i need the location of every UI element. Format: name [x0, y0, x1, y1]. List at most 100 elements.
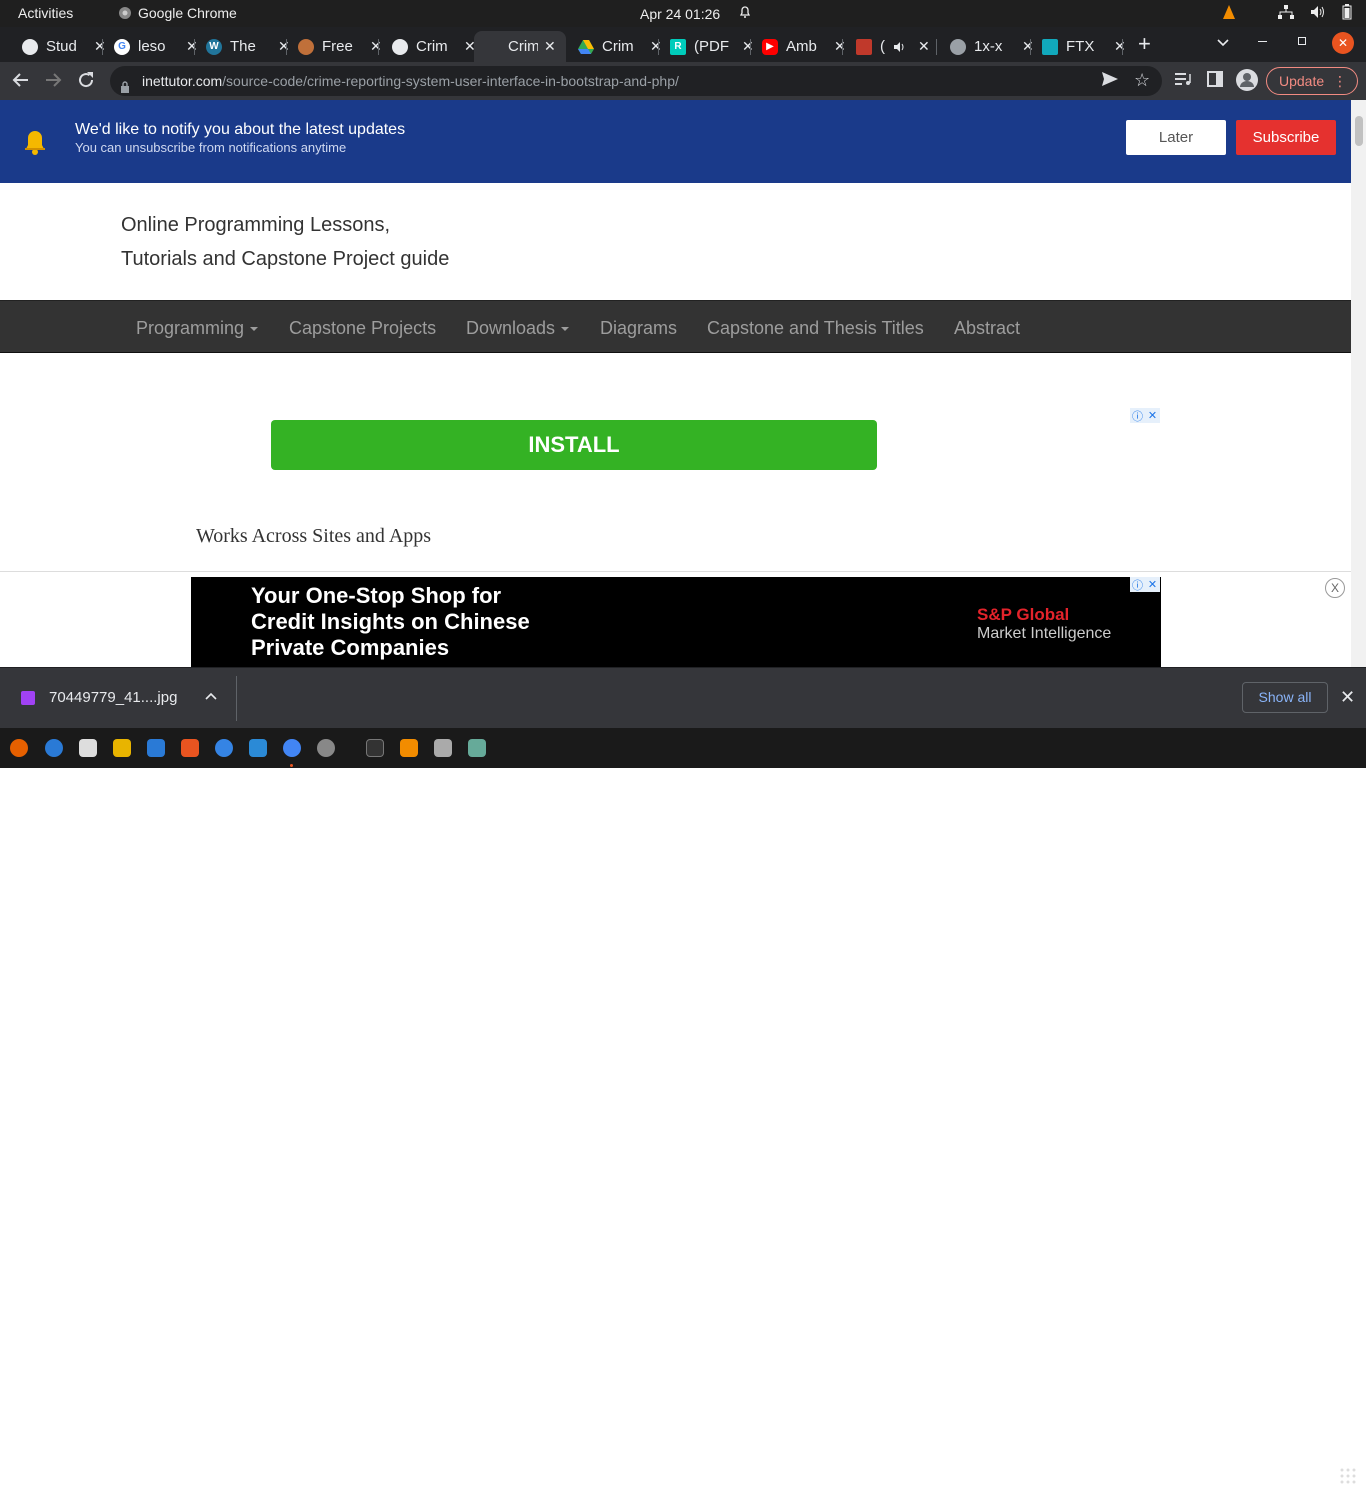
- close-icon[interactable]: ✕: [186, 38, 198, 55]
- chrome-dock-icon[interactable]: [283, 739, 301, 757]
- vlc-icon[interactable]: [400, 739, 418, 757]
- tagline-line-2: Tutorials and Capstone Project guide: [121, 248, 450, 270]
- ad-choices-badge[interactable]: ⓘ ✕: [1130, 577, 1160, 592]
- vscode-icon[interactable]: [249, 739, 267, 757]
- activities-button[interactable]: Activities: [18, 5, 73, 21]
- bookmark-star-icon[interactable]: ☆: [1134, 71, 1150, 89]
- close-icon[interactable]: ✕: [1114, 38, 1126, 55]
- nav-label: Capstone Projects: [289, 318, 437, 338]
- nav-abstract[interactable]: Abstract: [954, 318, 1020, 339]
- ad-dismiss-button[interactable]: X: [1325, 578, 1345, 598]
- writer-icon[interactable]: [147, 739, 165, 757]
- ad-close-icon[interactable]: ✕: [1145, 408, 1160, 423]
- content-divider: [0, 571, 1351, 572]
- tagline-line-1: Online Programming Lessons,: [121, 214, 391, 236]
- update-button[interactable]: Update ⋮: [1266, 67, 1358, 95]
- tab-3[interactable]: Free ✕: [290, 31, 382, 62]
- trash-icon[interactable]: [468, 739, 486, 757]
- close-icon[interactable]: ✕: [742, 38, 754, 55]
- close-icon[interactable]: ✕: [1340, 687, 1355, 708]
- nav-capstone-thesis-titles[interactable]: Capstone and Thesis Titles: [707, 318, 924, 339]
- nav-programming[interactable]: Programming: [136, 318, 259, 339]
- later-button[interactable]: Later: [1126, 120, 1226, 155]
- profile-avatar-icon[interactable]: [1236, 69, 1258, 96]
- ad-choices-badge[interactable]: ⓘ ✕: [1130, 408, 1160, 423]
- close-icon[interactable]: ✕: [918, 38, 930, 55]
- minimize-icon[interactable]: [1258, 41, 1267, 42]
- nav-capstone-projects[interactable]: Capstone Projects: [289, 318, 436, 339]
- tab-8[interactable]: ▶ Amb ✕: [754, 31, 846, 62]
- tab-0[interactable]: Stud ✕: [14, 31, 106, 62]
- drive-icon: [578, 39, 594, 55]
- tab-1[interactable]: G leso ✕: [106, 31, 198, 62]
- vlc-tray-icon[interactable]: [1222, 4, 1236, 20]
- firefox-icon[interactable]: [10, 739, 28, 757]
- clock[interactable]: Apr 24 01:26: [640, 5, 752, 22]
- scrollbar-thumb[interactable]: [1355, 116, 1363, 146]
- nav-downloads[interactable]: Downloads: [466, 318, 570, 339]
- page-scrollbar[interactable]: [1351, 100, 1366, 667]
- tab-strip: Stud ✕ G leso ✕ W The ✕ Free ✕ Crim ✕ Cr…: [0, 27, 1366, 62]
- app-menu[interactable]: Google Chrome: [118, 5, 237, 21]
- tab-10[interactable]: 1x-x ✕: [942, 31, 1034, 62]
- ad-tagline: Works Across Sites and Apps: [196, 525, 432, 547]
- forward-icon[interactable]: [44, 71, 62, 94]
- bell-icon: [22, 128, 48, 161]
- show-all-button[interactable]: Show all: [1242, 682, 1328, 713]
- tab-9[interactable]: ( ✕: [848, 31, 930, 62]
- close-icon[interactable]: ✕: [278, 38, 290, 55]
- tab-2[interactable]: W The ✕: [198, 31, 290, 62]
- archive-icon[interactable]: [434, 739, 452, 757]
- network-icon[interactable]: [1278, 5, 1294, 19]
- terminal-icon[interactable]: [366, 739, 384, 757]
- nav-label: Capstone and Thesis Titles: [707, 318, 924, 338]
- ad-info-icon[interactable]: ⓘ: [1130, 577, 1145, 592]
- new-tab-icon[interactable]: +: [1138, 31, 1151, 57]
- disks-icon[interactable]: [317, 739, 335, 757]
- tab-4[interactable]: Crim ✕: [384, 31, 476, 62]
- youtube-icon: ▶: [762, 38, 778, 55]
- clock-text: Apr 24 01:26: [640, 6, 721, 22]
- ad-install-button[interactable]: INSTALL: [271, 420, 877, 470]
- close-icon[interactable]: ✕: [544, 38, 556, 55]
- restore-icon[interactable]: [1298, 37, 1306, 45]
- app-grid-icon[interactable]: [1340, 1468, 1356, 1489]
- send-icon[interactable]: [1101, 71, 1119, 92]
- banner-ad[interactable]: Your One-Stop Shop for Credit Insights o…: [191, 577, 1161, 667]
- tab-11[interactable]: FTX ✕: [1034, 31, 1126, 62]
- subscribe-button[interactable]: Subscribe: [1236, 120, 1336, 155]
- tab-7[interactable]: R (PDF ✕: [662, 31, 754, 62]
- system-tray[interactable]: [1222, 4, 1352, 20]
- tab-search-icon[interactable]: [1216, 35, 1230, 53]
- close-icon[interactable]: ✕: [94, 38, 106, 55]
- close-icon[interactable]: ✕: [834, 38, 846, 55]
- chevron-up-icon[interactable]: [205, 687, 217, 703]
- close-icon[interactable]: ✕: [370, 38, 382, 55]
- more-menu-icon[interactable]: ⋮: [1333, 68, 1347, 94]
- tab-6[interactable]: Crim ✕: [570, 31, 662, 62]
- close-icon[interactable]: ✕: [650, 38, 662, 55]
- software-icon[interactable]: [181, 739, 199, 757]
- address-bar[interactable]: inettutor.com/source-code/crime-reportin…: [110, 66, 1162, 96]
- back-icon[interactable]: [12, 71, 30, 94]
- close-icon[interactable]: ✕: [1022, 38, 1034, 55]
- battery-icon[interactable]: [1342, 4, 1352, 20]
- nav-label: Downloads: [466, 318, 556, 338]
- brand-name: S&P Global: [977, 605, 1070, 624]
- nav-diagrams[interactable]: Diagrams: [600, 318, 677, 339]
- notification-subtitle: You can unsubscribe from notifications a…: [75, 140, 347, 155]
- close-window-icon[interactable]: ✕: [1332, 32, 1354, 54]
- ad-info-icon[interactable]: ⓘ: [1130, 408, 1145, 423]
- reload-icon[interactable]: [77, 71, 95, 94]
- media-queue-icon[interactable]: [1174, 71, 1192, 92]
- volume-icon[interactable]: [1310, 5, 1326, 19]
- thunderbird-icon[interactable]: [45, 739, 63, 757]
- side-panel-icon[interactable]: [1207, 71, 1223, 92]
- speaker-icon[interactable]: [894, 41, 906, 53]
- tab-5-active[interactable]: Crim ✕: [474, 31, 566, 62]
- ad-close-icon[interactable]: ✕: [1145, 577, 1160, 592]
- files-icon[interactable]: [79, 739, 97, 757]
- rhythmbox-icon[interactable]: [113, 739, 131, 757]
- help-icon[interactable]: [215, 739, 233, 757]
- download-filename[interactable]: 70449779_41....jpg: [49, 689, 177, 706]
